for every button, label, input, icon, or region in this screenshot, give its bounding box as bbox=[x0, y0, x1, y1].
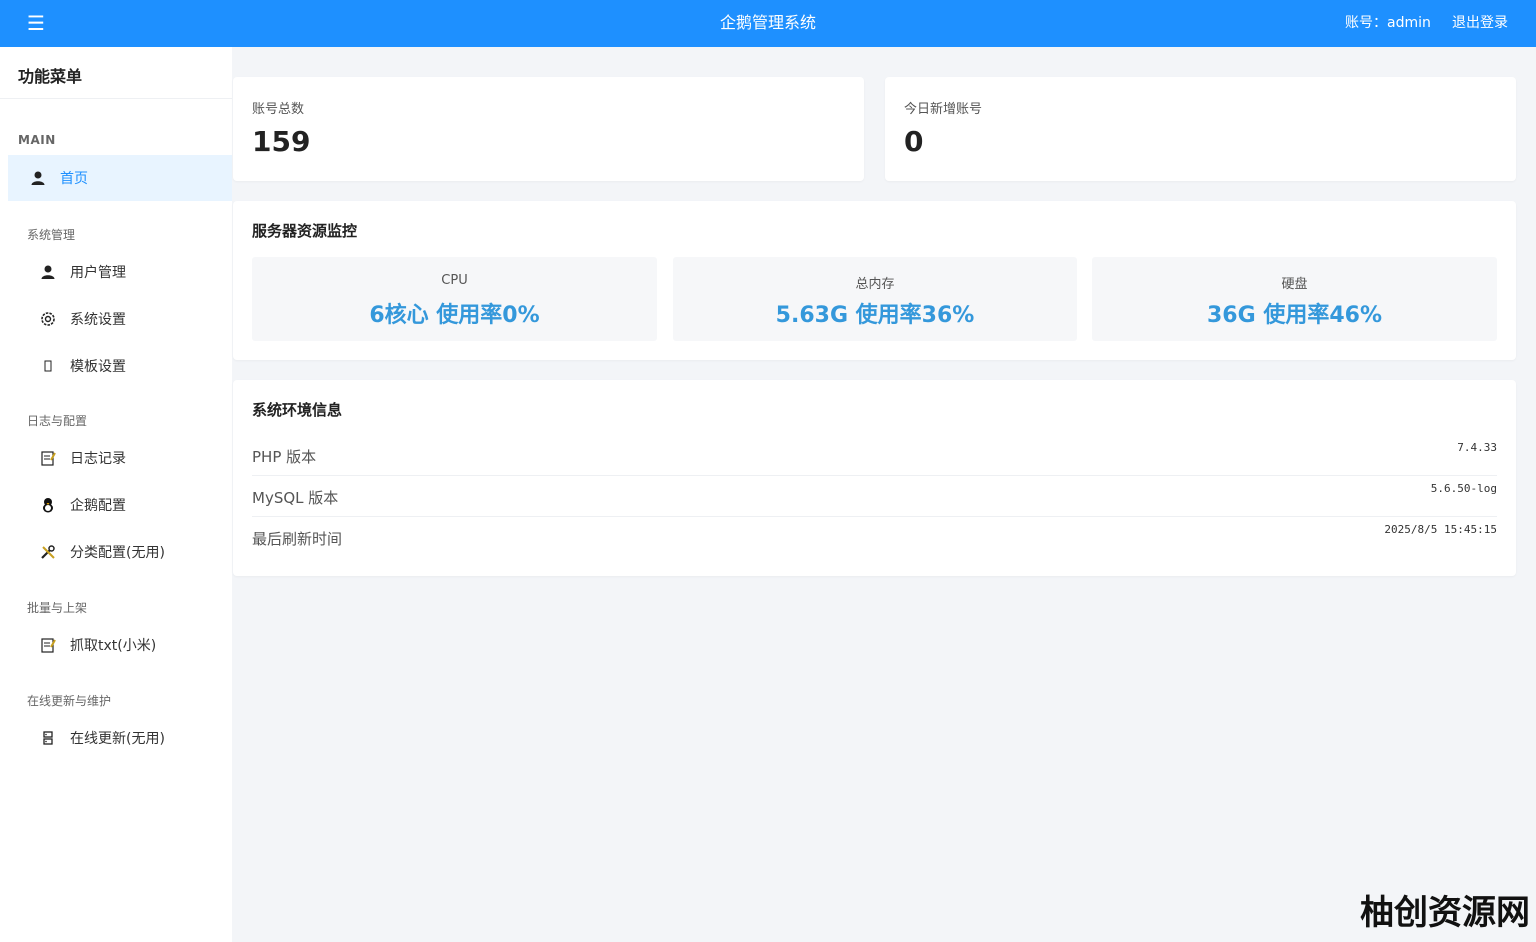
watermark: 柚创资源网 bbox=[1360, 893, 1530, 933]
resource-name: 硬盘 bbox=[1281, 277, 1308, 292]
info-row-mysql: MySQL 版本 5.6.50-log bbox=[252, 476, 1497, 517]
sidebar-item-category-config[interactable]: 分类配置(无用) bbox=[8, 529, 232, 575]
penguin-icon bbox=[38, 495, 58, 515]
disk-box: 硬盘 36G 使用率46% bbox=[1092, 257, 1497, 341]
stat-value: 159 bbox=[252, 125, 311, 158]
sidebar-title: 功能菜单 bbox=[0, 47, 232, 99]
sidebar-item-label: 日志记录 bbox=[70, 451, 126, 467]
sidebar-item-penguin-config[interactable]: 企鹅配置 bbox=[8, 482, 232, 528]
update-icon bbox=[38, 728, 58, 748]
env-info-panel: 系统环境信息 PHP 版本 7.4.33 MySQL 版本 5.6.50-log… bbox=[233, 380, 1516, 576]
user-icon bbox=[38, 262, 58, 282]
stat-card-total-accounts: 账号总数 159 bbox=[233, 77, 864, 181]
log-icon bbox=[38, 448, 58, 468]
sidebar-item-log-records[interactable]: 日志记录 bbox=[8, 435, 232, 481]
sidebar-item-label: 模板设置 bbox=[70, 359, 126, 375]
template-icon bbox=[38, 356, 58, 376]
sidebar: 功能菜单 MAIN 首页 系统管理 用户管理 系统设置 模板设置 日志与配置 日… bbox=[0, 47, 232, 942]
top-bar: ☰ 企鹅管理系统 账号：admin 退出登录 bbox=[0, 0, 1536, 47]
resource-name: CPU bbox=[441, 273, 468, 288]
info-key: PHP 版本 bbox=[252, 448, 317, 466]
info-value: 2025/8/5 15:45:15 bbox=[1384, 523, 1497, 536]
resource-value: 36G 使用率46% bbox=[1207, 303, 1382, 328]
section-label-logs: 日志与配置 bbox=[27, 414, 88, 428]
gear-icon bbox=[38, 309, 58, 329]
info-key: MySQL 版本 bbox=[252, 489, 339, 507]
sidebar-item-label: 抓取txt(小米) bbox=[70, 638, 157, 654]
resource-value: 5.63G 使用率36% bbox=[775, 303, 975, 328]
section-label-main: MAIN bbox=[18, 133, 56, 147]
resource-name: 总内存 bbox=[855, 277, 895, 292]
panel-title: 系统环境信息 bbox=[252, 401, 343, 419]
info-value: 5.6.50-log bbox=[1430, 482, 1497, 495]
info-key: 最后刷新时间 bbox=[252, 530, 343, 548]
section-label-batch: 批量与上架 bbox=[27, 601, 88, 615]
logout-link[interactable]: 退出登录 bbox=[1452, 14, 1508, 32]
section-label-system: 系统管理 bbox=[27, 228, 76, 242]
sidebar-item-home[interactable]: 首页 bbox=[8, 155, 232, 201]
cpu-box: CPU 6核心 使用率0% bbox=[252, 257, 657, 341]
sidebar-item-label: 用户管理 bbox=[70, 265, 126, 281]
stat-label: 今日新增账号 bbox=[904, 102, 983, 117]
resource-value: 6核心 使用率0% bbox=[369, 303, 540, 328]
info-row-refresh-time: 最后刷新时间 2025/8/5 15:45:15 bbox=[252, 517, 1497, 558]
stat-value: 0 bbox=[904, 125, 924, 158]
user-icon bbox=[28, 168, 48, 188]
log-icon bbox=[38, 635, 58, 655]
stat-card-new-accounts-today: 今日新增账号 0 bbox=[885, 77, 1516, 181]
resource-monitor-panel: 服务器资源监控 CPU 6核心 使用率0% 总内存 5.63G 使用率36% 硬… bbox=[233, 201, 1516, 360]
memory-box: 总内存 5.63G 使用率36% bbox=[673, 257, 1077, 341]
panel-title: 服务器资源监控 bbox=[252, 222, 358, 240]
sidebar-item-label: 在线更新(无用) bbox=[70, 731, 165, 747]
sidebar-item-system-settings[interactable]: 系统设置 bbox=[8, 296, 232, 342]
sidebar-item-label: 首页 bbox=[60, 171, 88, 187]
sidebar-item-template-settings[interactable]: 模板设置 bbox=[8, 343, 232, 389]
section-label-update: 在线更新与维护 bbox=[27, 694, 112, 708]
app-title: 企鹅管理系统 bbox=[719, 13, 816, 32]
stat-label: 账号总数 bbox=[252, 102, 305, 117]
sidebar-item-label: 企鹅配置 bbox=[70, 498, 126, 514]
account-label: 账号：admin bbox=[1345, 15, 1431, 31]
sidebar-item-label: 分类配置(无用) bbox=[70, 545, 165, 561]
sidebar-item-label: 系统设置 bbox=[70, 312, 126, 328]
tools-icon bbox=[38, 542, 58, 562]
info-value: 7.4.33 bbox=[1457, 441, 1497, 454]
info-row-php: PHP 版本 7.4.33 bbox=[252, 435, 1497, 476]
sidebar-item-fetch-txt[interactable]: 抓取txt(小米) bbox=[8, 622, 232, 668]
sidebar-item-online-update[interactable]: 在线更新(无用) bbox=[8, 715, 232, 761]
sidebar-item-users[interactable]: 用户管理 bbox=[8, 249, 232, 295]
